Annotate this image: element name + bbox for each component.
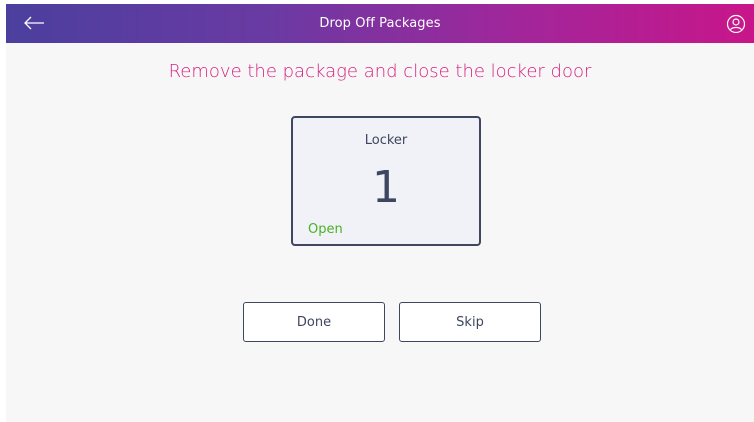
header-bar: Drop Off Packages [6, 4, 754, 43]
back-button[interactable] [20, 11, 48, 35]
instruction-heading: Remove the package and close the locker … [168, 61, 592, 82]
done-button[interactable]: Done [243, 302, 385, 342]
locker-label: Locker [364, 133, 408, 148]
locker-number: 1 [372, 162, 400, 213]
arrow-left-icon [24, 16, 44, 30]
page-title: Drop Off Packages [319, 16, 441, 31]
user-circle-icon [726, 14, 746, 34]
screen: Drop Off Packages Remove the package and… [6, 4, 754, 422]
locker-card: Locker 1 Open [291, 116, 481, 246]
account-button[interactable] [724, 12, 748, 36]
skip-button[interactable]: Skip [399, 302, 541, 342]
locker-status: Open [308, 222, 343, 237]
